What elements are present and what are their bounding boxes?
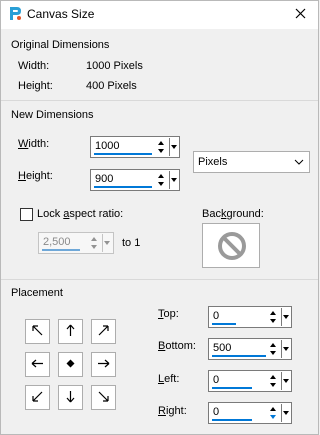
place-top-right-button[interactable] — [91, 319, 116, 344]
right-field-underline — [212, 419, 252, 421]
background-swatch[interactable] — [202, 223, 260, 268]
right-value: 0 — [213, 406, 220, 418]
arrow-down-left-icon — [31, 390, 44, 406]
bottom-dropdown-button[interactable] — [281, 340, 290, 358]
aspect-ratio-field[interactable]: 2,500 — [38, 232, 114, 254]
lock-aspect-label: Lock aspect ratio: — [37, 208, 124, 220]
width-dropdown-button[interactable] — [169, 138, 178, 156]
close-button[interactable] — [283, 1, 318, 29]
center-dot-icon — [66, 359, 75, 371]
separator — [1, 100, 318, 101]
arrow-left-icon — [31, 357, 44, 373]
top-field[interactable]: 0 — [208, 306, 292, 328]
left-value: 0 — [213, 374, 220, 386]
new-dimensions-heading: New Dimensions — [11, 109, 94, 121]
arrow-up-right-icon — [97, 324, 110, 340]
place-right-button[interactable] — [91, 352, 116, 377]
arrow-down-icon — [64, 390, 77, 406]
window-title: Canvas Size — [27, 7, 95, 21]
bottom-label: Bottom: — [158, 340, 196, 352]
original-dimensions-heading: Original Dimensions — [11, 39, 110, 51]
bottom-field-underline — [212, 355, 266, 357]
bottom-value: 500 — [213, 342, 232, 354]
right-label: Right: — [158, 405, 187, 417]
height-field[interactable]: 900 — [90, 169, 180, 191]
no-fill-icon — [217, 231, 247, 264]
units-select[interactable]: Pixels — [193, 151, 310, 173]
aspect-ratio-suffix: to 1 — [122, 237, 141, 249]
place-top-button[interactable] — [58, 319, 83, 344]
lock-aspect-checkbox[interactable] — [20, 208, 33, 221]
separator — [1, 279, 318, 280]
width-spinner[interactable] — [157, 138, 168, 156]
left-label: Left: — [158, 373, 180, 385]
original-width-value: 1000 Pixels — [86, 60, 143, 72]
close-icon — [295, 8, 306, 22]
ratio-spinner[interactable] — [90, 234, 101, 252]
original-height-value: 400 Pixels — [86, 80, 137, 92]
right-spinner[interactable] — [269, 404, 280, 422]
place-center-button[interactable] — [58, 352, 83, 377]
title-bar: Canvas Size — [1, 1, 318, 29]
original-height-label: Height: — [18, 80, 53, 92]
width-value: 1000 — [95, 140, 120, 152]
chevron-down-icon — [294, 157, 304, 169]
bottom-field[interactable]: 500 — [208, 338, 292, 360]
placement-grid — [21, 315, 126, 415]
aspect-ratio-value: 2,500 — [43, 236, 71, 248]
height-value: 900 — [95, 173, 114, 185]
background-label: Background: — [202, 208, 264, 220]
top-dropdown-button[interactable] — [281, 308, 290, 326]
units-value: Pixels — [198, 156, 228, 168]
top-field-underline — [212, 323, 236, 325]
arrow-down-right-icon — [97, 390, 110, 406]
app-icon — [7, 5, 23, 22]
left-dropdown-button[interactable] — [281, 372, 290, 390]
left-field[interactable]: 0 — [208, 370, 292, 392]
placement-heading: Placement — [11, 287, 63, 299]
arrow-right-icon — [97, 357, 110, 373]
height-spinner[interactable] — [157, 171, 168, 189]
height-dropdown-button[interactable] — [169, 171, 178, 189]
top-spinner[interactable] — [269, 308, 280, 326]
new-height-label: Height: — [18, 170, 53, 182]
place-left-button[interactable] — [25, 352, 50, 377]
left-spinner[interactable] — [269, 372, 280, 390]
width-field[interactable]: 1000 — [90, 136, 180, 158]
place-top-left-button[interactable] — [25, 319, 50, 344]
new-width-label: Width: — [18, 138, 50, 150]
left-field-underline — [212, 387, 252, 389]
canvas-size-dialog: Canvas Size Original Dimensions Width: 1… — [0, 0, 319, 435]
arrow-up-left-icon — [31, 324, 44, 340]
top-label: Top: — [158, 308, 179, 320]
place-bottom-left-button[interactable] — [25, 385, 50, 410]
original-width-label: Width: — [18, 60, 50, 72]
arrow-up-icon — [64, 324, 77, 340]
place-bottom-right-button[interactable] — [91, 385, 116, 410]
bottom-spinner[interactable] — [269, 340, 280, 358]
aspect-ratio-underline — [42, 249, 80, 251]
width-field-underline — [94, 153, 152, 155]
ratio-dropdown-button[interactable] — [102, 234, 111, 252]
right-field[interactable]: 0 — [208, 402, 292, 424]
right-dropdown-button[interactable] — [281, 404, 290, 422]
place-bottom-button[interactable] — [58, 385, 83, 410]
top-value: 0 — [213, 310, 220, 322]
height-field-underline — [94, 186, 152, 188]
